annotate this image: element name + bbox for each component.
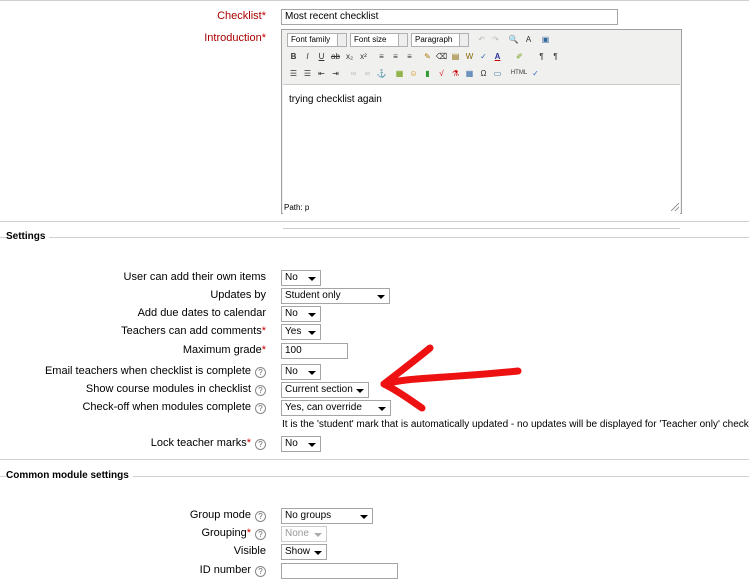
settings-top-divider (0, 221, 749, 222)
superscript-icon[interactable]: x² (357, 50, 370, 63)
check-off-label: Check-off when modules complete? (82, 400, 266, 414)
checklist-name-input[interactable]: Most recent checklist (281, 9, 618, 25)
email-teachers-select[interactable]: No (281, 364, 321, 380)
html-source-icon[interactable]: HTML (509, 67, 529, 80)
paste-word-icon[interactable]: W (463, 50, 476, 63)
help-icon[interactable]: ? (255, 385, 266, 396)
maximum-grade-label: Maximum grade* (182, 344, 266, 356)
common-top-divider (0, 459, 749, 460)
find-icon[interactable]: 🔍 (507, 33, 520, 46)
settings-legend-line (0, 237, 749, 238)
editor-path: Path: p (284, 203, 310, 212)
clean-formatting-icon[interactable]: ✎ (421, 50, 434, 63)
rich-text-editor: Font family Font size Paragraph ↶ ↷ 🔍 A … (281, 29, 682, 229)
due-dates-label: Add due dates to calendar (137, 307, 266, 319)
align-left-icon[interactable]: ≡ (375, 50, 388, 63)
group-mode-label: Group mode? (190, 508, 266, 522)
media-icon[interactable]: ▮ (421, 67, 434, 80)
user-add-items-select[interactable]: No (281, 270, 321, 286)
introduction-label: Introduction* (204, 32, 266, 44)
ltr-icon[interactable]: ¶ (535, 50, 548, 63)
unlink-icon[interactable]: ∞ (361, 67, 374, 80)
checklist-label: Checklist* (217, 10, 266, 22)
visible-select[interactable]: Show (281, 544, 327, 560)
show-modules-label: Show course modules in checklist? (86, 382, 266, 396)
resize-handle-icon[interactable] (671, 203, 679, 211)
bullet-list-icon[interactable]: ☰ (287, 67, 300, 80)
special-char-icon[interactable]: Ω (477, 67, 490, 80)
user-add-items-label: User can add their own items (123, 271, 266, 283)
due-dates-select[interactable]: No (281, 306, 321, 322)
id-number-label: ID number? (200, 563, 266, 577)
undo-icon[interactable]: ↶ (475, 33, 488, 46)
nonbreaking-icon[interactable]: ▭ (491, 67, 504, 80)
lock-teacher-marks-select[interactable]: No (281, 436, 321, 452)
subscript-icon[interactable]: x₂ (343, 50, 356, 63)
email-teachers-label: Email teachers when checklist is complet… (45, 364, 266, 378)
teachers-comments-label: Teachers can add comments* (121, 325, 266, 337)
font-size-select[interactable]: Font size (350, 33, 408, 47)
lock-teacher-marks-label: Lock teacher marks*? (151, 436, 266, 450)
indent-icon[interactable]: ⇥ (329, 67, 342, 80)
replace-icon[interactable]: A (522, 33, 535, 46)
top-border (0, 0, 749, 1)
equation-icon[interactable]: √ (435, 67, 448, 80)
id-number-input[interactable] (281, 563, 398, 579)
rtl-icon[interactable]: ¶ (549, 50, 562, 63)
help-icon[interactable]: ? (255, 403, 266, 414)
italic-icon[interactable]: I (301, 50, 314, 63)
outdent-icon[interactable]: ⇤ (315, 67, 328, 80)
settings-legend: Settings (6, 231, 50, 242)
editor-toolbar-row-2: B I U ab x₂ x² ≡ ≡ ≡ ✎ ⌫ ▤ W ✓ A ✐ ¶ ¶ (285, 50, 680, 66)
chemistry-icon[interactable]: ⚗ (449, 67, 462, 80)
group-mode-select[interactable]: No groups (281, 508, 373, 524)
help-icon[interactable]: ? (255, 367, 266, 378)
spellcheck-icon[interactable]: ✓ (477, 50, 490, 63)
format-select[interactable]: Paragraph (411, 33, 469, 47)
emoticon-icon[interactable]: ☺ (407, 67, 420, 80)
check-off-note: It is the 'student' mark that is automat… (282, 419, 749, 430)
editor-toolbar-row-3: ☰ ☰ ⇤ ⇥ ∞ ∞ ⚓ ▦ ☺ ▮ √ ⚗ ▦ Ω ▭ HTML ✓ (285, 67, 680, 83)
grouping-label: Grouping*? (201, 526, 266, 540)
link-icon[interactable]: ∞ (347, 67, 360, 80)
align-right-icon[interactable]: ≡ (403, 50, 416, 63)
underline-icon[interactable]: U (315, 50, 328, 63)
help-icon[interactable]: ? (255, 529, 266, 540)
show-modules-select[interactable]: Current section (281, 382, 369, 398)
teachers-comments-select[interactable]: Yes (281, 324, 321, 340)
font-family-select[interactable]: Font family (287, 33, 347, 47)
table-icon[interactable]: ▦ (463, 67, 476, 80)
align-center-icon[interactable]: ≡ (389, 50, 402, 63)
text-color-icon[interactable]: A (491, 50, 504, 63)
editor-toolbar-row-1: Font family Font size Paragraph ↶ ↷ 🔍 A … (285, 33, 680, 49)
help-icon[interactable]: ? (255, 439, 266, 450)
strikethrough-icon[interactable]: ab (329, 50, 342, 63)
redo-icon[interactable]: ↷ (489, 33, 502, 46)
editor-content-text: trying checklist again (289, 94, 382, 105)
updates-by-label: Updates by (210, 289, 266, 301)
numbered-list-icon[interactable]: ☰ (301, 67, 314, 80)
bold-icon[interactable]: B (287, 50, 300, 63)
paste-text-icon[interactable]: ▤ (449, 50, 462, 63)
updates-by-select[interactable]: Student only (281, 288, 390, 304)
anchor-icon[interactable]: ⚓ (375, 67, 388, 80)
fullscreen-icon[interactable]: ▣ (539, 33, 552, 46)
help-icon[interactable]: ? (255, 511, 266, 522)
grouping-select: None (281, 526, 327, 542)
annotation-arrow-icon (380, 344, 522, 412)
erase-icon[interactable]: ⌫ (435, 50, 448, 63)
spellchecker-icon[interactable]: ✓ (529, 67, 542, 80)
image-icon[interactable]: ▦ (393, 67, 406, 80)
visible-label: Visible (233, 545, 266, 557)
help-icon[interactable]: ? (255, 566, 266, 577)
editor-content-area[interactable]: trying checklist again (283, 84, 680, 229)
common-legend: Common module settings (6, 470, 133, 481)
maximum-grade-input[interactable]: 100 (281, 343, 348, 359)
highlight-color-icon[interactable]: ✐ (513, 50, 526, 63)
